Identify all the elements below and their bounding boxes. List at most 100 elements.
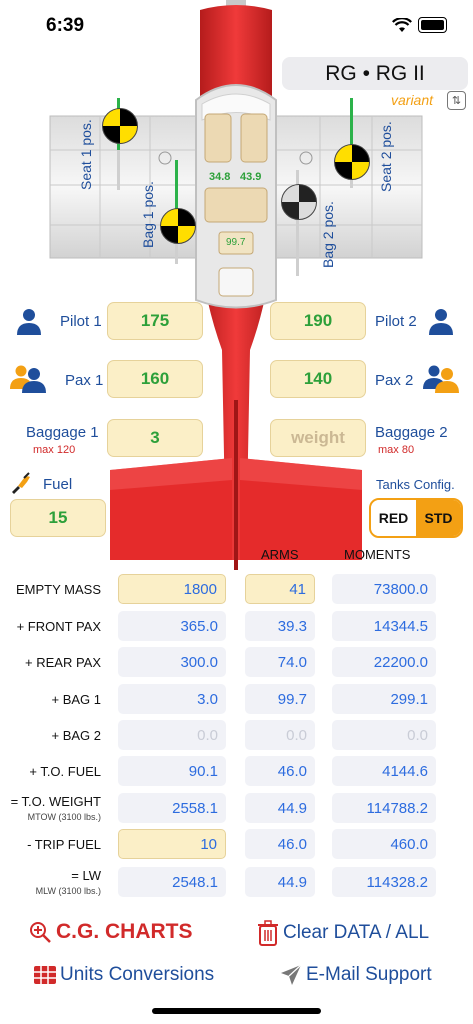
variant-label: variant: [391, 92, 434, 108]
seat1-pos-label: Seat 1 pos.: [78, 119, 94, 190]
bag1-pos-label: Bag 1 pos.: [140, 181, 156, 248]
paper-plane-icon: [281, 964, 302, 985]
arm-cell: 46.0: [245, 756, 315, 786]
mass-cell: 3.0: [118, 684, 226, 714]
mass-cell: 90.1: [118, 756, 226, 786]
tanks-option-red[interactable]: RED: [371, 500, 416, 536]
arm-cell: 44.9: [245, 793, 315, 823]
row-sublabel: MTOW (3100 lbs.): [27, 812, 101, 822]
arm-cell: 99.7: [245, 684, 315, 714]
pax2-weight-input[interactable]: 140: [270, 360, 366, 398]
baggage1-max: max 120: [33, 444, 76, 456]
pilot1-person-icon: [17, 309, 41, 335]
arm-cell: 0.0: [245, 720, 315, 750]
moment-cell: 460.0: [332, 829, 436, 859]
pax2-people-icon: [423, 365, 459, 393]
moment-cell: 73800.0: [332, 574, 436, 604]
row-label: = LW: [71, 868, 101, 883]
row-label: + BAG 1: [51, 692, 102, 707]
fuel-nozzle-icon: [12, 472, 30, 494]
home-indicator: [152, 1008, 321, 1014]
tanks-config-label: Tanks Config.: [376, 477, 455, 492]
baggage2-max: max 80: [378, 444, 415, 456]
arm-cell: 44.9: [245, 867, 315, 897]
cg-charts-label: C.G. CHARTS: [56, 920, 193, 943]
row-sublabel: MLW (3100 lbs.): [35, 886, 101, 896]
mass-cell: 300.0: [118, 647, 226, 677]
moment-cell: 299.1: [332, 684, 436, 714]
seat2-pos-label: Seat 2 pos.: [378, 121, 394, 192]
pilot1-weight-input[interactable]: 175: [107, 302, 203, 340]
baggage1-weight-value: 3: [150, 428, 160, 447]
arm-cell[interactable]: 41: [245, 574, 315, 604]
pilot2-weight-value: 190: [303, 311, 333, 330]
variant-selector[interactable]: RG • RG II: [282, 57, 468, 90]
mass-cell[interactable]: 1800: [118, 574, 226, 604]
trash-icon: [258, 920, 278, 946]
mass-cell: 365.0: [118, 611, 226, 641]
baggage2-label: Baggage 2: [375, 424, 448, 441]
row-label: EMPTY MASS: [15, 582, 101, 597]
grid-table-icon: [34, 966, 56, 984]
moment-cell: 22200.0: [332, 647, 436, 677]
bag2-position-handle[interactable]: [281, 184, 317, 220]
seat1-position-handle[interactable]: [102, 108, 138, 144]
row-label: = T.O. WEIGHT: [10, 794, 101, 809]
fuel-label: Fuel: [43, 476, 73, 493]
swap-variant-icon[interactable]: ⇅: [447, 91, 466, 110]
bag1-position-handle[interactable]: [160, 208, 196, 244]
bag-arm-label: 99.7: [226, 237, 246, 248]
email-support-label: E-Mail Support: [306, 964, 432, 985]
cg-charts-button[interactable]: C.G. CHARTS: [28, 920, 193, 944]
arm-cell: 46.0: [245, 829, 315, 859]
moment-cell: 114788.2: [332, 793, 436, 823]
baggage2-weight-input[interactable]: weight: [270, 419, 366, 457]
pax1-weight-value: 160: [140, 369, 170, 388]
pilot2-person-icon: [429, 309, 453, 335]
row-label: + BAG 2: [51, 728, 102, 743]
pilot2-label: Pilot 2: [375, 313, 417, 330]
moment-cell: 0.0: [332, 720, 436, 750]
pilot2-weight-input[interactable]: 190: [270, 302, 366, 340]
fuel-value: 15: [48, 508, 68, 527]
fuel-input[interactable]: 15: [10, 499, 106, 537]
pilot1-label: Pilot 1: [60, 313, 102, 330]
pax1-weight-input[interactable]: 160: [107, 360, 203, 398]
baggage2-placeholder: weight: [291, 428, 345, 447]
baggage1-weight-input[interactable]: 3: [107, 419, 203, 457]
rear-arm-label: 43.9: [240, 171, 262, 183]
row-label: + T.O. FUEL: [29, 764, 101, 779]
baggage1-label: Baggage 1: [26, 424, 99, 441]
units-conversions-label: Units Conversions: [60, 964, 215, 985]
seat2-position-handle[interactable]: [334, 144, 370, 180]
units-conversions-button[interactable]: Units Conversions: [34, 964, 214, 986]
clear-data-label: Clear DATA / ALL: [283, 922, 430, 943]
front-arm-label: 34.8: [209, 171, 231, 183]
bag2-pos-label: Bag 2 pos.: [320, 201, 336, 268]
row-label: + FRONT PAX: [16, 619, 101, 634]
row-label: - TRIP FUEL: [27, 837, 101, 852]
moment-cell: 14344.5: [332, 611, 436, 641]
moment-cell: 4144.6: [332, 756, 436, 786]
clear-data-button[interactable]: Clear DATA / ALL: [257, 920, 429, 946]
row-label: + REAR PAX: [25, 655, 101, 670]
variant-title: RG • RG II: [325, 61, 425, 85]
mass-cell: 2548.1: [118, 867, 226, 897]
moments-header: MOMENTS: [344, 547, 411, 562]
tanks-config-toggle[interactable]: RED STD: [369, 498, 463, 538]
moment-cell: 114328.2: [332, 867, 436, 897]
pax2-weight-value: 140: [303, 369, 333, 388]
pax1-label: Pax 1: [65, 372, 104, 389]
bag1-slider-track: [175, 160, 178, 212]
zoom-in-icon: [30, 922, 51, 943]
mass-cell: 0.0: [118, 720, 226, 750]
email-support-button[interactable]: E-Mail Support: [280, 964, 432, 986]
pax2-label: Pax 2: [375, 372, 414, 389]
tanks-option-std[interactable]: STD: [416, 500, 461, 536]
arms-header: ARMS: [261, 547, 299, 562]
seat1-slider-rest: [117, 150, 120, 190]
arm-cell: 39.3: [245, 611, 315, 641]
mass-cell[interactable]: 10: [118, 829, 226, 859]
mass-cell: 2558.1: [118, 793, 226, 823]
pilot1-weight-value: 175: [140, 311, 170, 330]
